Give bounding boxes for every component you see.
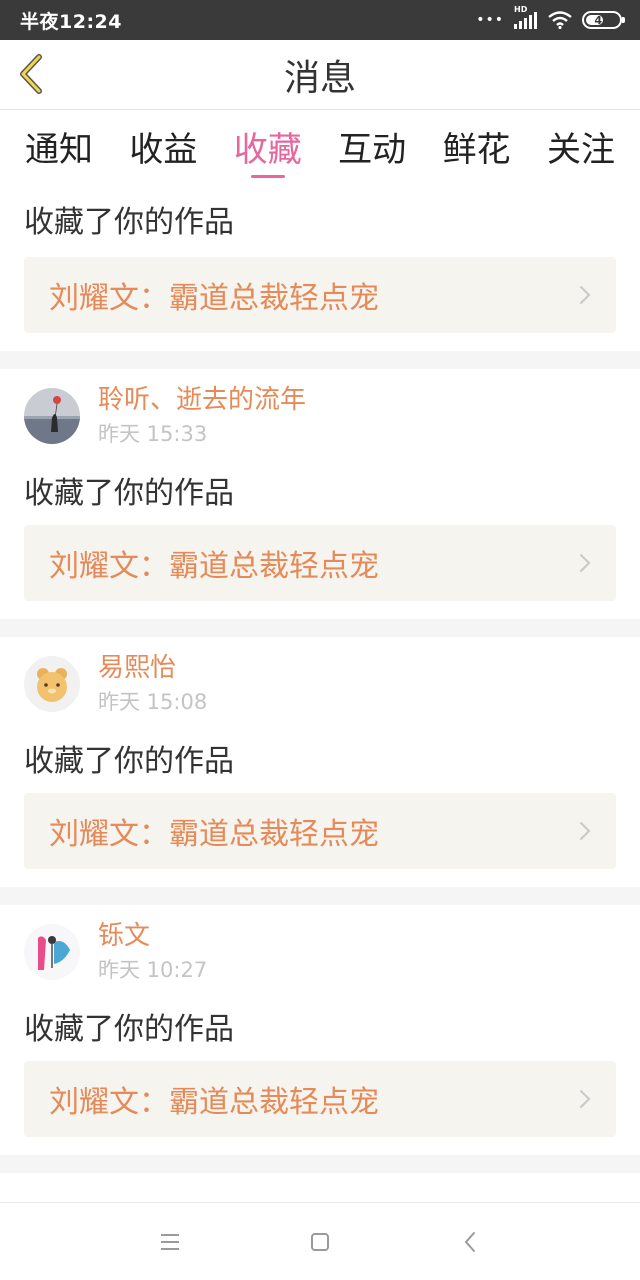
tab-follow[interactable]: 关注 (547, 111, 615, 181)
home-square-icon (311, 1232, 329, 1251)
status-bar: 半夜12:24 ••• HD 45 (0, 0, 640, 40)
work-card[interactable]: 刘耀文：霸道总裁轻点宠 (24, 257, 616, 333)
action-text: 收藏了你的作品 (24, 205, 234, 240)
user-row[interactable]: 易熙怡 昨天 15:08 (24, 637, 616, 723)
work-title: 刘耀文：霸道总裁轻点宠 (49, 281, 379, 316)
tab-earnings[interactable]: 收益 (129, 111, 197, 181)
action-text: 收藏了你的作品 (24, 744, 234, 779)
system-back-button[interactable] (450, 1222, 490, 1262)
network-type-label: HD (514, 5, 528, 14)
action-text: 收藏了你的作品 (24, 476, 234, 511)
tab-notice[interactable]: 通知 (25, 111, 93, 181)
work-title: 刘耀文：霸道总裁轻点宠 (49, 1085, 379, 1120)
user-row[interactable]: 聆听、逝去的流年 昨天 15:33 (24, 369, 616, 455)
status-time: 半夜12:24 (20, 10, 122, 33)
dots-icon: ••• (476, 12, 504, 28)
action-text: 收藏了你的作品 (24, 1012, 234, 1047)
user-name[interactable]: 聆听、逝去的流年 (98, 384, 306, 416)
list-item: 聆听、逝去的流年 昨天 15:33 收藏了你的作品 刘耀文：霸道总裁轻点宠 (0, 369, 640, 601)
tab-interaction[interactable]: 互动 (338, 111, 406, 181)
message-tabs: 通知 收益 收藏 互动 鲜花 关注 (0, 111, 640, 181)
divider (0, 619, 640, 637)
message-list: 收藏了你的作品 刘耀文：霸道总裁轻点宠 聆听、逝去的流年 昨天 15:33 收藏… (0, 181, 640, 1173)
system-nav-bar (0, 1202, 640, 1280)
chevron-right-icon (578, 284, 592, 306)
timestamp: 昨天 10:27 (98, 958, 208, 982)
work-card[interactable]: 刘耀文：霸道总裁轻点宠 (24, 793, 616, 869)
user-row[interactable]: 铄文 昨天 10:27 (24, 905, 616, 991)
tab-favorites[interactable]: 收藏 (234, 111, 302, 181)
avatar[interactable] (24, 924, 80, 980)
chevron-right-icon (578, 1088, 592, 1110)
menu-button[interactable] (150, 1222, 190, 1262)
list-item: 收藏了你的作品 刘耀文：霸道总裁轻点宠 (0, 181, 640, 333)
divider (0, 887, 640, 905)
signal-icon: HD (514, 5, 538, 29)
tab-flowers[interactable]: 鲜花 (443, 111, 511, 181)
chevron-left-icon (20, 54, 42, 94)
page-title: 消息 (283, 57, 356, 99)
work-title: 刘耀文：霸道总裁轻点宠 (49, 817, 379, 852)
timestamp: 昨天 15:08 (98, 690, 208, 714)
app-header: 消息 (0, 40, 640, 110)
chevron-right-icon (578, 552, 592, 574)
status-icons: ••• HD 45 (476, 5, 625, 29)
chevron-right-icon (578, 820, 592, 842)
user-name[interactable]: 铄文 (98, 920, 207, 952)
avatar[interactable] (24, 388, 80, 444)
battery-icon: 45 (582, 11, 625, 29)
back-triangle-icon (464, 1231, 475, 1252)
back-button[interactable] (12, 52, 52, 96)
list-item: 易熙怡 昨天 15:08 收藏了你的作品 刘耀文：霸道总裁轻点宠 (0, 637, 640, 869)
work-title: 刘耀文：霸道总裁轻点宠 (49, 549, 379, 584)
divider (0, 351, 640, 369)
timestamp: 昨天 15:33 (98, 422, 208, 446)
home-button[interactable] (300, 1222, 340, 1262)
work-card[interactable]: 刘耀文：霸道总裁轻点宠 (24, 1061, 616, 1137)
list-item: 铄文 昨天 10:27 收藏了你的作品 刘耀文：霸道总裁轻点宠 (0, 905, 640, 1137)
divider (0, 1155, 640, 1173)
user-name[interactable]: 易熙怡 (98, 652, 207, 684)
battery-level: 45 (594, 13, 610, 27)
work-card[interactable]: 刘耀文：霸道总裁轻点宠 (24, 525, 616, 601)
avatar[interactable] (24, 656, 80, 712)
menu-icon (161, 1233, 179, 1250)
wifi-icon (548, 11, 572, 29)
